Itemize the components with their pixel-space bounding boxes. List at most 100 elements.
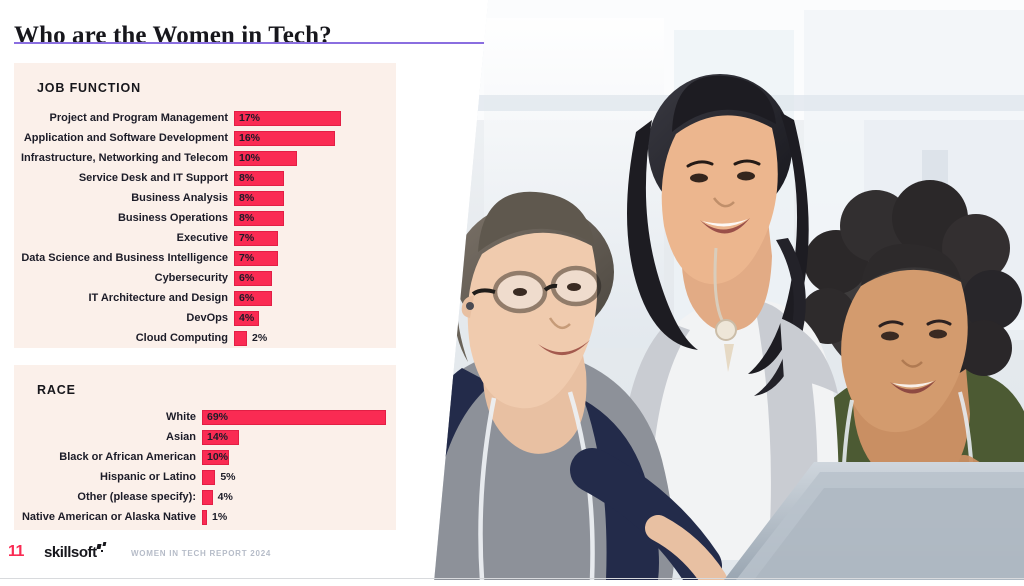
- value-bar: 10%: [202, 449, 229, 465]
- chart-row: Cybersecurity 6%: [14, 268, 396, 288]
- page-number: 11: [8, 543, 24, 560]
- value-label: 4%: [217, 491, 233, 503]
- value-bar: [202, 509, 207, 525]
- value-bar: 14%: [202, 429, 240, 445]
- job-function-panel: JOB FUNCTION Project and Program Managem…: [14, 63, 396, 348]
- bar-container: 8%: [234, 168, 285, 188]
- value-label: 10%: [239, 152, 261, 164]
- bar-container: 10%: [202, 447, 229, 467]
- report-caption: WOMEN IN TECH REPORT 2024: [131, 549, 272, 558]
- bar-container: 8%: [234, 188, 285, 208]
- category-label: Service Desk and IT Support: [78, 172, 228, 184]
- value-label: 8%: [239, 212, 255, 224]
- bar-container: 14%: [202, 427, 240, 447]
- bar-container: 6%: [234, 268, 272, 288]
- chart-row: Business Operations 8%: [14, 208, 396, 228]
- hero-photo: [434, 0, 1024, 580]
- value-label: 10%: [207, 451, 229, 463]
- value-label: 7%: [239, 252, 255, 264]
- category-label: Business Operations: [117, 212, 228, 224]
- category-label: Executive: [176, 232, 228, 244]
- value-bar: 4%: [234, 310, 260, 326]
- race-panel: RACE White 69% Asian 14% Black or African Am…: [14, 365, 396, 530]
- bar-container: 6%: [234, 288, 272, 308]
- value-label: 16%: [239, 132, 261, 144]
- value-bar: 16%: [234, 130, 335, 146]
- bar-container: 7%: [234, 248, 279, 268]
- category-label: Native American or Alaska Native: [21, 511, 196, 523]
- slide-canvas: Who are the Women in Tech? JOB FUNCTION …: [0, 0, 1024, 586]
- bar-container: 10%: [234, 148, 297, 168]
- chart-row: Cloud Computing 2%: [14, 328, 396, 348]
- value-bar: 6%: [234, 290, 272, 306]
- category-label: IT Architecture and Design: [88, 292, 228, 304]
- value-bar: 7%: [234, 250, 279, 266]
- value-bar: 17%: [234, 110, 342, 126]
- category-label: Application and Software Development: [23, 132, 228, 144]
- value-label: 8%: [239, 172, 255, 184]
- race-chart: White 69% Asian 14% Black or African America…: [14, 407, 396, 527]
- category-label: Data Science and Business Intelligence: [21, 252, 228, 264]
- bar-container: 2%: [234, 328, 267, 348]
- value-label: 6%: [239, 272, 255, 284]
- category-label: Asian: [166, 431, 196, 443]
- chart-row: Other (please specify): 4%: [14, 487, 396, 507]
- chart-row: White 69%: [14, 407, 396, 427]
- page-title: Who are the Women in Tech?: [14, 21, 332, 49]
- category-label: Cybersecurity: [154, 272, 228, 284]
- chart-row: Black or African American 10%: [14, 447, 396, 467]
- category-label: Infrastructure, Networking and Telecom: [20, 152, 228, 164]
- value-label: 4%: [239, 312, 255, 324]
- chart-row: Business Analysis 8%: [14, 188, 396, 208]
- chart-row: Asian 14%: [14, 427, 396, 447]
- value-bar: 69%: [202, 409, 387, 425]
- chart-row: Hispanic or Latino 5%: [14, 467, 396, 487]
- bar-container: 5%: [202, 467, 236, 487]
- chart-row: Data Science and Business Intelligence 7%: [14, 248, 396, 268]
- value-label: 6%: [239, 292, 255, 304]
- skillsoft-logo-text: skillsoft: [44, 544, 97, 561]
- chart-row: Native American or Alaska Native 1%: [14, 507, 396, 527]
- value-bar: 8%: [234, 210, 285, 226]
- chart-row: IT Architecture and Design 6%: [14, 288, 396, 308]
- bar-container: 16%: [234, 128, 335, 148]
- bar-container: 69%: [202, 407, 387, 427]
- value-bar: 8%: [234, 170, 285, 186]
- job-function-chart: Project and Program Management 17% Applica…: [14, 108, 396, 348]
- value-bar: [234, 330, 247, 346]
- value-bar: 6%: [234, 270, 272, 286]
- job-function-heading: JOB FUNCTION: [37, 81, 141, 95]
- category-label: Hispanic or Latino: [100, 471, 196, 483]
- bar-container: 4%: [202, 487, 233, 507]
- category-label: DevOps: [186, 312, 228, 324]
- value-label: 17%: [239, 112, 261, 124]
- skillsoft-logo: skillsoft: [44, 542, 108, 561]
- chart-row: DevOps 4%: [14, 308, 396, 328]
- footer-divider: [0, 578, 1024, 579]
- value-label: 8%: [239, 192, 255, 204]
- bar-container: 8%: [234, 208, 285, 228]
- chart-row: Executive 7%: [14, 228, 396, 248]
- value-label: 7%: [239, 232, 255, 244]
- chart-row: Project and Program Management 17%: [14, 108, 396, 128]
- value-bar: [202, 469, 216, 485]
- chart-row: Service Desk and IT Support 8%: [14, 168, 396, 188]
- category-label: Cloud Computing: [135, 332, 228, 344]
- value-label: 1%: [212, 511, 228, 523]
- value-bar: 10%: [234, 150, 297, 166]
- skillsoft-sparkle-icon: [96, 542, 108, 556]
- category-label: Project and Program Management: [49, 112, 229, 124]
- bar-container: 1%: [202, 507, 227, 527]
- value-label: 14%: [207, 431, 229, 443]
- bar-container: 7%: [234, 228, 279, 248]
- chart-row: Infrastructure, Networking and Telecom 10…: [14, 148, 396, 168]
- bar-container: 4%: [234, 308, 260, 328]
- category-label: Business Analysis: [131, 192, 228, 204]
- value-bar: 8%: [234, 190, 285, 206]
- value-label: 69%: [207, 411, 229, 423]
- category-label: Other (please specify):: [77, 491, 196, 503]
- value-bar: 7%: [234, 230, 279, 246]
- value-bar: [202, 489, 213, 505]
- value-label: 2%: [252, 332, 268, 344]
- category-label: White: [166, 411, 196, 423]
